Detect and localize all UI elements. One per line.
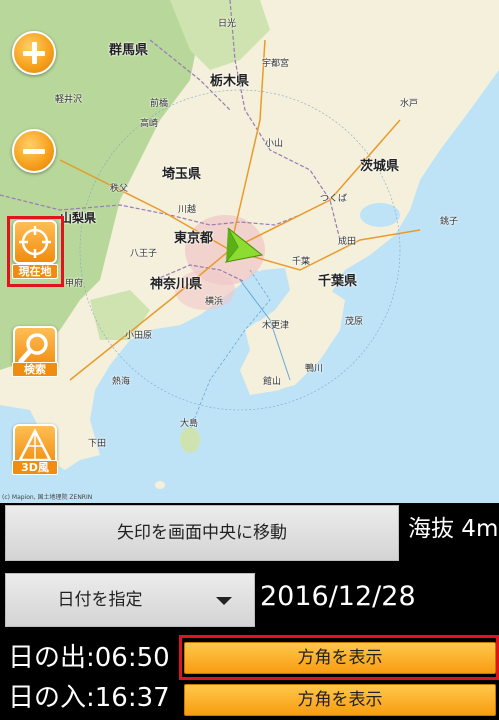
map-label-narita: 成田 — [338, 237, 357, 247]
altitude-text: 海抜 4m — [408, 516, 499, 542]
map-view[interactable]: 群馬県 栃木県 茨城県 埼玉県 山梨県 東京都 神奈川県 千葉県 宇都宮 日光 … — [0, 0, 499, 503]
map-label-hachioji: 八王子 — [130, 249, 158, 259]
dropdown-arrow-icon — [216, 597, 232, 605]
map-label-tochigi: 栃木県 — [210, 74, 250, 89]
map-label-atami: 熱海 — [112, 377, 131, 387]
map-label-kamogawa: 鴨川 — [305, 364, 324, 374]
map-label-utsunomiya: 宇都宮 — [262, 59, 290, 69]
map-canvas — [0, 0, 499, 503]
show-sunset-azimuth-button[interactable]: 方角を表示 — [184, 684, 496, 716]
sunset-time: 日の入:16:37 — [8, 683, 170, 713]
map-label-kanagawa: 神奈川県 — [150, 277, 203, 292]
map-label-choshi: 銚子 — [440, 217, 459, 227]
zoom-in-button[interactable] — [12, 31, 56, 75]
map-label-kawagoe: 川越 — [178, 205, 197, 215]
map-label-saitama: 埼玉県 — [162, 167, 202, 182]
map-label-ibaraki: 茨城県 — [360, 159, 400, 174]
map-label-yokohama: 横浜 — [205, 297, 224, 307]
map-label-takasaki: 高崎 — [140, 119, 159, 129]
map-label-odawara: 小田原 — [125, 331, 153, 341]
date-select-dropdown[interactable]: 日付を指定 — [5, 573, 255, 627]
map-label-tsukuba: つくば — [320, 194, 348, 204]
map-label-shimoda: 下田 — [88, 439, 107, 449]
map-label-izu-oshima: 大島 — [180, 419, 199, 429]
map-label-maebashi: 前橋 — [150, 99, 169, 109]
map-label-nikko: 日光 — [218, 19, 237, 29]
map-label-yamanashi: 山梨県 — [60, 211, 97, 225]
map-label-karuizawa: 軽井沢 — [55, 95, 83, 105]
date-value: 2016/12/28 — [260, 581, 416, 612]
minus-icon — [23, 149, 45, 154]
map-label-gunma: 群馬県 — [109, 43, 149, 58]
move-arrow-to-center-button[interactable]: 矢印を画面中央に移動 — [5, 505, 399, 561]
sunrise-time: 日の出:06:50 — [8, 643, 170, 673]
map-label-tateyama: 館山 — [263, 377, 282, 387]
map-label-kisarazu: 木更津 — [262, 321, 290, 331]
plus-icon-vertical — [31, 42, 37, 64]
map-copyright: (c) Mapion, 国土地理院 ZENRIN — [2, 494, 93, 501]
view-3d-label: 3D風 — [12, 460, 58, 475]
azimuth-highlight — [179, 635, 499, 680]
search-label: 検索 — [12, 362, 58, 377]
current-location-highlight — [7, 216, 64, 287]
map-label-mobara: 茂原 — [345, 317, 364, 327]
map-label-tokyo: 東京都 — [174, 231, 214, 246]
zoom-out-button[interactable] — [12, 129, 56, 173]
map-label-mito: 水戸 — [400, 99, 419, 109]
map-label-chiba-city: 千葉 — [292, 257, 311, 267]
map-label-oyama: 小山 — [265, 139, 284, 149]
map-label-chichibu: 秩父 — [110, 184, 129, 194]
map-label-kofu: 甲府 — [65, 279, 84, 289]
date-select-label: 日付を指定 — [57, 590, 143, 610]
map-label-chiba: 千葉県 — [318, 274, 358, 289]
